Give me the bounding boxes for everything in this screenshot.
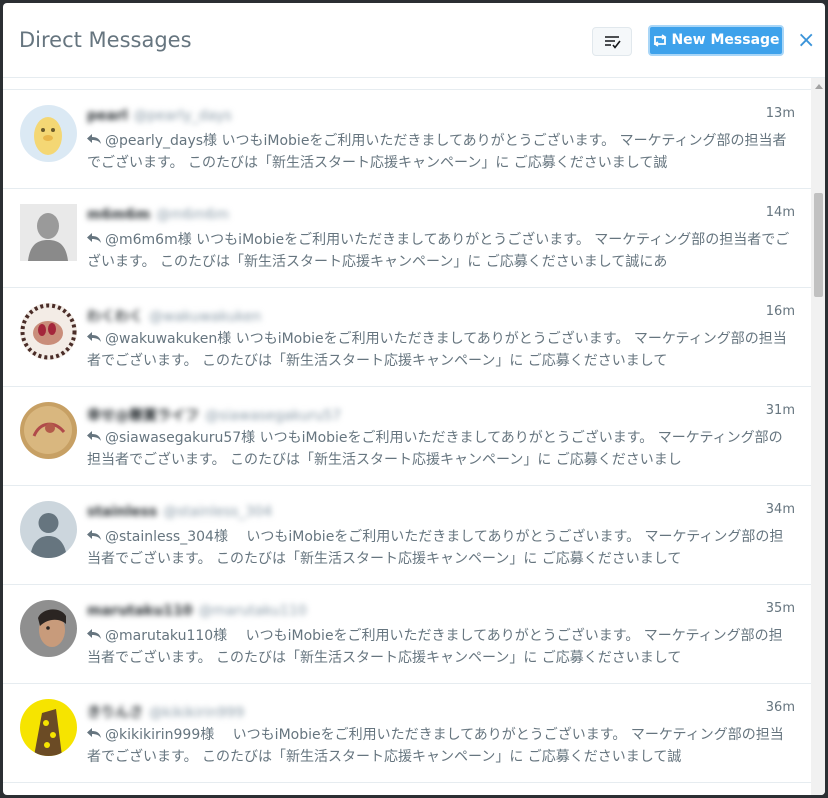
conversation-item[interactable]: わくわく @wakuwakuken 16m @wakuwakuken様 いつもiM…	[3, 288, 811, 387]
statue-avatar	[20, 204, 77, 261]
mark-all-read-button[interactable]	[592, 27, 632, 56]
new-message-icon	[654, 33, 667, 47]
sender-name: m6m6m	[87, 207, 151, 223]
sender-line: わくわく @wakuwakuken	[87, 306, 261, 326]
message-time: 13m	[765, 106, 795, 121]
conversation-item[interactable]: stainless @stainless_304 34m @stainless_3…	[3, 486, 811, 585]
sender-handle: @wakuwakuken	[149, 309, 262, 325]
sender-line: m6m6m @m6m6m	[87, 207, 229, 223]
sender-handle: @pearly_days	[133, 108, 232, 124]
conversation-list: pearl @pearly_days 13m @pearly_days様 いつもi…	[3, 89, 811, 795]
default-avatar	[20, 501, 77, 558]
photo-avatar	[20, 600, 77, 657]
painting-avatar	[20, 402, 77, 459]
sender-name: marutaku110	[87, 603, 193, 619]
message-preview: @wakuwakuken様 いつもiMobieをご利用いただきましてありがとうご…	[87, 331, 787, 369]
message-preview: @marutaku110様 いつもiMobieをご利用いただきましてありがとうご…	[87, 628, 783, 666]
modal-title: Direct Messages	[19, 28, 192, 52]
conversation-item[interactable]: m6m6m @m6m6m 14m @m6m6m様 いつもiMobieをご利用いただ…	[3, 189, 811, 288]
conversation-item[interactable]: きりんさ @kikikirin999 36m @kikikirin999様 いつも…	[3, 684, 811, 783]
conversation-item[interactable]: marutaku110 @marutaku110 35m @marutaku110…	[3, 585, 811, 684]
sender-line: pearl @pearly_days	[87, 108, 232, 124]
scrollbar-thumb[interactable]	[814, 193, 823, 297]
mark-read-icon	[605, 36, 621, 49]
new-message-button[interactable]: New Message	[648, 25, 784, 56]
sender-name: わくわく	[87, 309, 143, 325]
close-icon[interactable]: ×	[797, 30, 815, 52]
sender-handle: @m6m6m	[156, 207, 229, 223]
sender-name: stainless	[87, 504, 158, 520]
conversation-item[interactable]: pearl @pearly_days 13m @pearly_days様 いつもi…	[3, 90, 811, 189]
sender-handle: @marutaku110	[198, 603, 307, 619]
giraffe-avatar	[20, 699, 77, 756]
modal-header: Direct Messages New Message ×	[3, 3, 825, 78]
message-time: 16m	[765, 304, 795, 319]
message-time: 34m	[765, 502, 795, 517]
sender-line: 幸せ@懸賞ライフ @siawasegakuru57	[87, 405, 341, 425]
message-preview: @stainless_304様 いつもiMobieをご利用いただきましてありがと…	[87, 529, 784, 567]
message-time: 35m	[765, 601, 795, 616]
scroll-up-arrow-icon[interactable]	[815, 84, 823, 89]
sender-line: stainless @stainless_304	[87, 504, 272, 520]
sender-line: きりんさ @kikikirin999	[87, 702, 244, 722]
sender-line: marutaku110 @marutaku110	[87, 603, 307, 619]
message-time: 36m	[765, 700, 795, 715]
message-preview: @pearly_days様 いつもiMobieをご利用いただきましてありがとうご…	[87, 133, 787, 171]
cartoon-avatar	[20, 105, 77, 162]
sender-name: pearl	[87, 108, 128, 124]
message-time: 14m	[765, 205, 795, 220]
sender-name: 幸せ@懸賞ライフ	[87, 408, 199, 424]
message-preview: @siawasegakuru57様 いつもiMobieをご利用いただきましてあり…	[87, 430, 783, 468]
message-time: 31m	[765, 403, 795, 418]
sender-handle: @siawasegakuru57	[205, 408, 342, 424]
message-preview: @kikikirin999様 いつもiMobieをご利用いただきましてありがとう…	[87, 727, 784, 765]
conversation-item[interactable]: 幸せ@懸賞ライフ @siawasegakuru57 31m @siawasegak…	[3, 387, 811, 486]
message-preview: @m6m6m様 いつもiMobieをご利用いただきましてありがとうございます。 …	[87, 232, 790, 270]
new-message-label: New Message	[671, 32, 780, 48]
sender-handle: @stainless_304	[163, 504, 273, 520]
sender-name: きりんさ	[87, 705, 143, 721]
direct-messages-modal: Direct Messages New Message × pearl @pea…	[3, 3, 825, 795]
nails-avatar	[20, 303, 77, 360]
list-scrollbar[interactable]	[811, 78, 825, 795]
sender-handle: @kikikirin999	[149, 705, 245, 721]
